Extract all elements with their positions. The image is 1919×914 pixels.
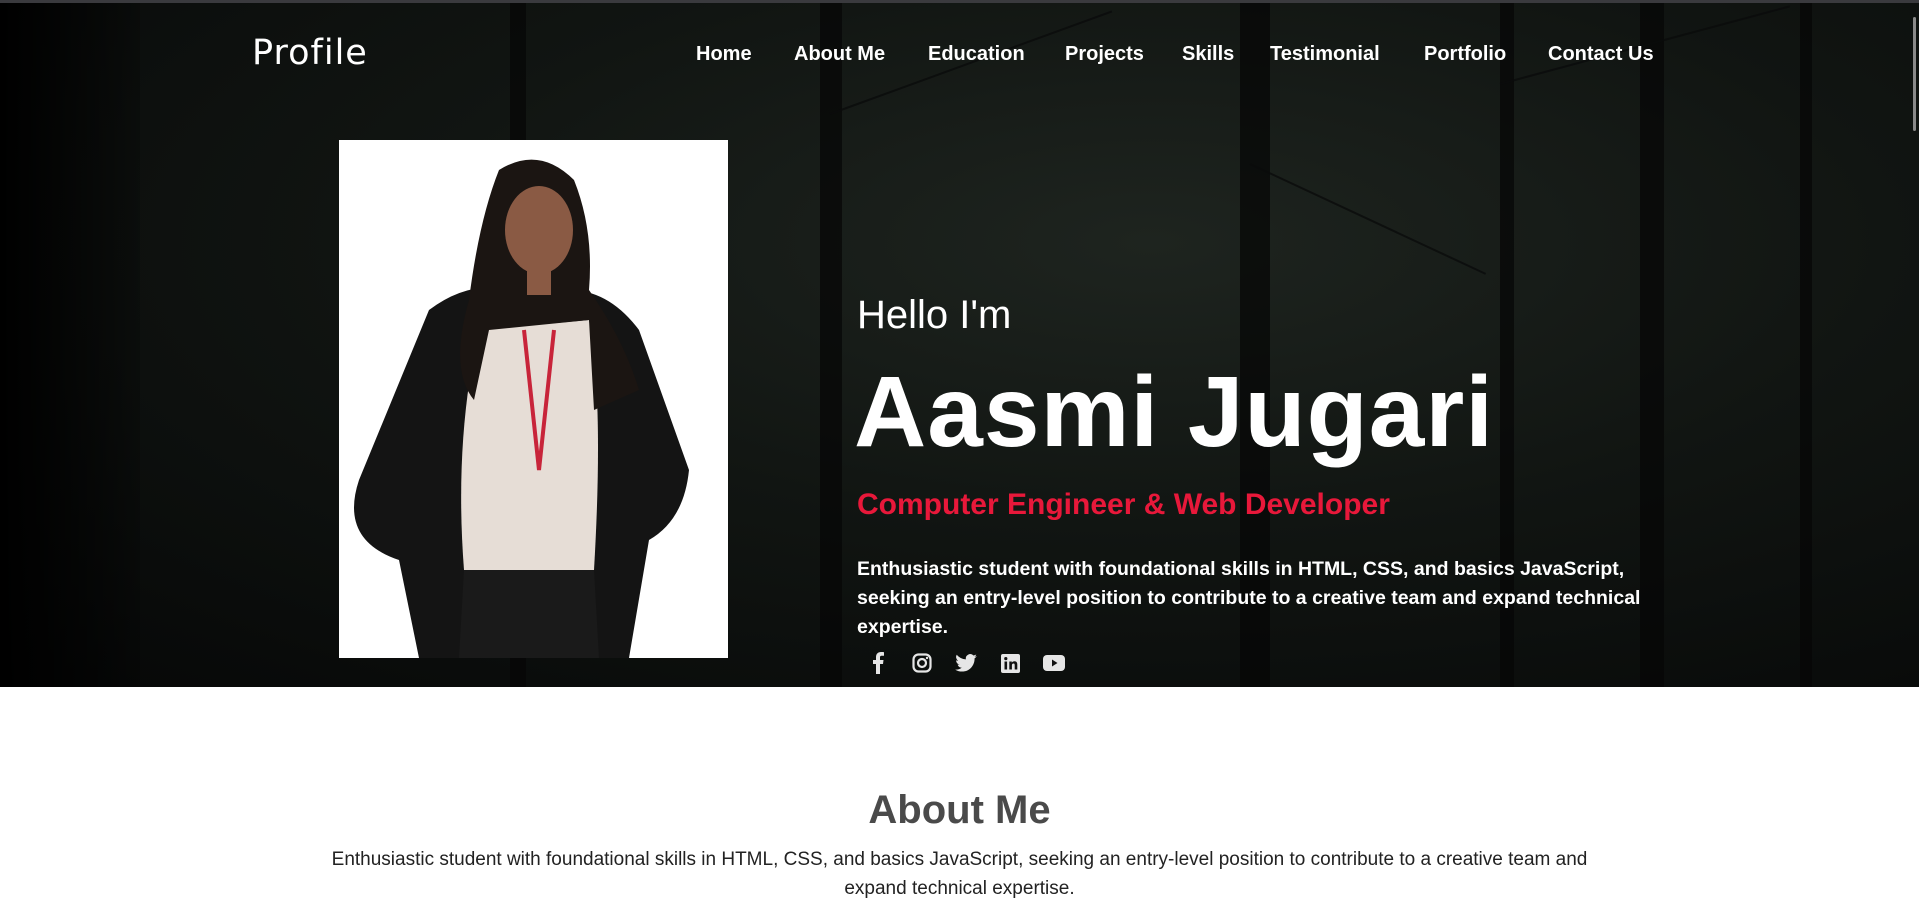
- hero-name: Aasmi Jugari: [854, 356, 1495, 468]
- social-links: [866, 651, 1066, 675]
- nav-education[interactable]: Education: [928, 43, 1025, 66]
- nav-portfolio[interactable]: Portfolio: [1424, 43, 1506, 66]
- nav-about-me[interactable]: About Me: [794, 43, 885, 66]
- linkedin-icon[interactable]: [998, 651, 1022, 675]
- hero-role: Computer Engineer & Web Developer: [857, 488, 1390, 521]
- background-tree: [820, 3, 842, 687]
- nav-skills[interactable]: Skills: [1182, 43, 1234, 66]
- nav-contact-us[interactable]: Contact Us: [1548, 43, 1654, 66]
- facebook-icon[interactable]: [866, 651, 890, 675]
- nav-home[interactable]: Home: [696, 43, 752, 66]
- hero-left-shade: [0, 3, 140, 687]
- hero-section: Profile Home About Me Education Projects…: [0, 3, 1919, 687]
- background-tree: [1800, 3, 1812, 687]
- hero-description: Enthusiastic student with foundational s…: [857, 558, 1641, 638]
- scrollbar-thumb[interactable]: [1913, 17, 1916, 131]
- nav-testimonial[interactable]: Testimonial: [1270, 43, 1380, 66]
- background-branch: [1249, 163, 1487, 275]
- about-heading: About Me: [868, 788, 1051, 832]
- instagram-icon[interactable]: [910, 651, 934, 675]
- twitter-icon[interactable]: [954, 651, 978, 675]
- profile-photo: [339, 140, 728, 658]
- site-logo[interactable]: Profile: [252, 33, 368, 73]
- hero-greeting: Hello I'm: [857, 293, 1012, 337]
- nav-projects[interactable]: Projects: [1065, 43, 1144, 66]
- about-text: Enthusiastic student with foundational s…: [331, 849, 1588, 899]
- youtube-icon[interactable]: [1042, 651, 1066, 675]
